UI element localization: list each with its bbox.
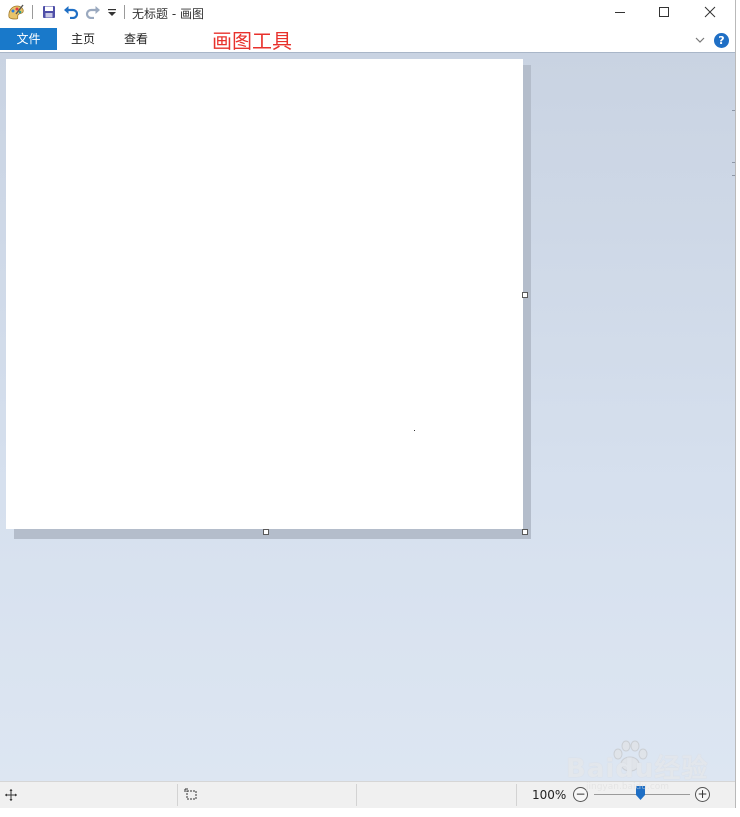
undo-icon[interactable] [62,3,80,21]
zoom-level-text: 100% [532,788,567,802]
baidu-watermark: Baidu经验 jingyan.baidu.com [566,740,716,800]
canvas-pixel-dot [414,430,415,431]
watermark-text: Baidu经验 [566,754,709,784]
edge-tick [732,175,735,176]
close-button[interactable] [687,0,733,24]
paint-window: 无标题 - 画图 文件 主页 查看 画图工具 ? 100% − + [0,0,736,808]
tab-view[interactable]: 查看 [110,28,162,50]
save-icon[interactable] [40,3,58,21]
redo-icon[interactable] [84,3,102,21]
cursor-position-icon [4,788,18,805]
tab-home[interactable]: 主页 [58,28,108,50]
status-separator [516,784,517,806]
title-separator-2 [124,5,125,19]
resize-handle-right[interactable] [522,292,528,298]
maximize-button[interactable] [641,0,687,24]
title-bar: 无标题 - 画图 [0,0,735,26]
status-separator [177,784,178,806]
status-separator [356,784,357,806]
edge-tick [732,110,735,111]
resize-handle-corner[interactable] [522,529,528,535]
close-icon [704,6,716,18]
minimize-button[interactable] [597,0,643,24]
ribbon-tab-bar: 文件 主页 查看 [0,28,735,51]
selection-size-icon [184,788,198,805]
red-annotation-text: 画图工具 [212,29,292,53]
resize-handle-bottom[interactable] [263,529,269,535]
minimize-icon [615,12,625,13]
collapse-ribbon-chevron-down-icon[interactable] [694,34,706,48]
paint-app-icon[interactable] [6,3,26,21]
maximize-icon [659,7,669,17]
tab-file[interactable]: 文件 [0,28,57,50]
drawing-canvas[interactable] [6,59,523,529]
title-separator [32,5,33,19]
edge-tick [732,162,735,163]
customize-quick-access-icon[interactable] [106,3,118,21]
window-title: 无标题 - 画图 [132,7,204,21]
workspace-area [0,52,735,782]
help-icon[interactable]: ? [714,33,729,48]
watermark-subtext: jingyan.baidu.com [586,782,670,792]
